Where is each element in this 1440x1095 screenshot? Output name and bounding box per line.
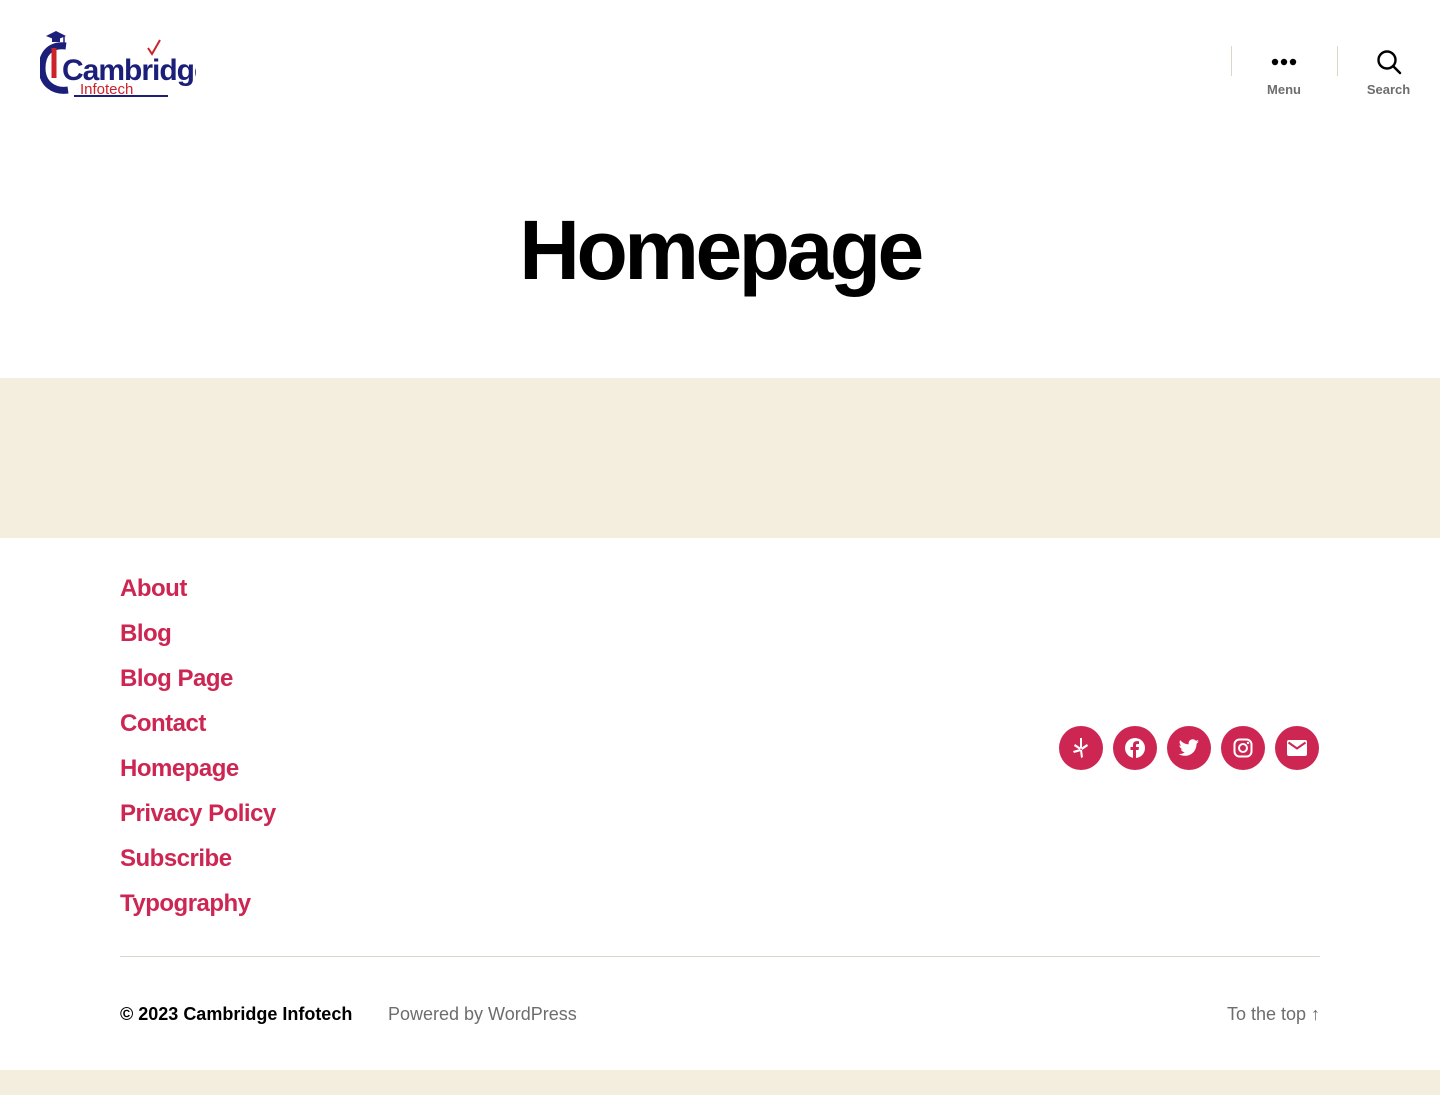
social-links	[1059, 726, 1319, 770]
toggle-divider	[1231, 46, 1232, 76]
facebook-link[interactable]	[1113, 726, 1157, 770]
footer-link-contact[interactable]: Contact	[120, 709, 206, 739]
footer-menu-item: Typography	[120, 889, 276, 934]
footer-menu-item: About	[120, 574, 276, 619]
page-title: Homepage	[519, 203, 924, 297]
footer-divider	[120, 956, 1320, 957]
footer-menu: About Blog Blog Page Contact Homepage Pr…	[120, 574, 276, 934]
footer-link-privacy-policy[interactable]: Privacy Policy	[120, 799, 276, 829]
bottom-band	[0, 1070, 1440, 1095]
entry-header: Homepage	[0, 124, 1440, 378]
menu-label: Menu	[1267, 82, 1301, 97]
email-icon	[1287, 740, 1307, 756]
footer-menu-item: Subscribe	[120, 844, 276, 889]
site-header: Cambridge Infotech Menu Search	[0, 0, 1440, 124]
header-toggles: Menu Search	[1231, 46, 1440, 102]
footer-menu-item: Privacy Policy	[120, 799, 276, 844]
footer-link-homepage[interactable]: Homepage	[120, 754, 239, 784]
twitter-link[interactable]	[1167, 726, 1211, 770]
search-label: Search	[1366, 82, 1411, 97]
featured-band	[0, 378, 1440, 538]
toggle-divider	[1337, 46, 1338, 76]
footer-widgets: About Blog Blog Page Contact Homepage Pr…	[0, 538, 1440, 958]
site-logo[interactable]: Cambridge Infotech	[40, 26, 196, 98]
menu-toggle[interactable]: Menu	[1231, 46, 1337, 102]
ellipsis-icon	[1271, 46, 1297, 78]
yelp-link[interactable]	[1059, 726, 1103, 770]
search-icon	[1376, 46, 1402, 78]
footer-menu-item: Homepage	[120, 754, 276, 799]
cambridge-logo-icon: Cambridge Infotech	[40, 31, 196, 98]
instagram-link[interactable]	[1221, 726, 1265, 770]
footer-link-blog[interactable]: Blog	[120, 619, 172, 649]
footer-menu-item: Contact	[120, 709, 276, 754]
facebook-icon	[1125, 738, 1145, 758]
footer-credits: © 2023 Cambridge Infotech Powered by Wor…	[120, 1000, 1320, 1030]
footer-link-blog-page[interactable]: Blog Page	[120, 664, 233, 694]
footer-link-typography[interactable]: Typography	[120, 889, 251, 919]
copyright-prefix: © 2023	[120, 1004, 184, 1024]
search-toggle[interactable]: Search	[1337, 46, 1440, 102]
footer-link-subscribe[interactable]: Subscribe	[120, 844, 232, 874]
site-name-link[interactable]: Cambridge Infotech	[183, 1004, 352, 1024]
instagram-icon	[1233, 738, 1253, 758]
footer-menu-item: Blog Page	[120, 664, 276, 709]
footer-link-about[interactable]: About	[120, 574, 187, 604]
twitter-icon	[1178, 739, 1199, 756]
to-the-top-link[interactable]: To the top ↑	[1227, 1000, 1320, 1028]
powered-by-link[interactable]: Powered by WordPress	[388, 1000, 577, 1028]
yelp-icon	[1073, 738, 1088, 758]
copyright: © 2023 Cambridge Infotech	[120, 1000, 352, 1028]
footer-menu-item: Blog	[120, 619, 276, 664]
email-link[interactable]	[1275, 726, 1319, 770]
